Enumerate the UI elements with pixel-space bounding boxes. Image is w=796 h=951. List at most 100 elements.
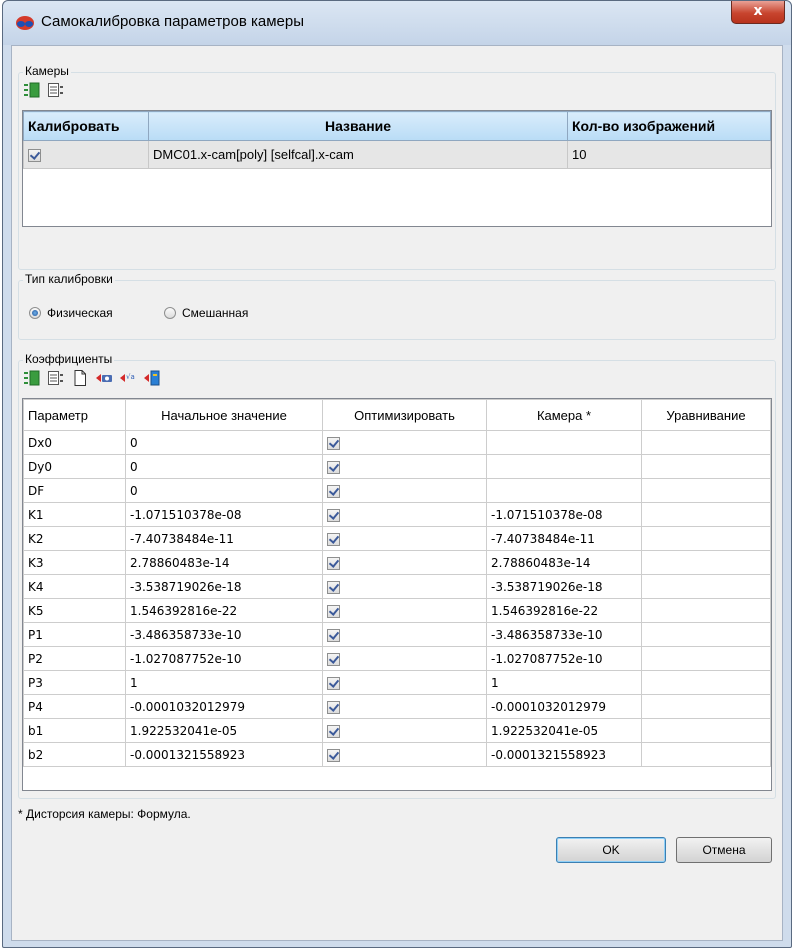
col-image-count[interactable]: Кол-во изображений (567, 111, 771, 141)
camera-value-cell: -3.538719026e-18 (486, 574, 642, 599)
radio-physical[interactable]: Физическая (29, 306, 113, 320)
table-row[interactable]: K2 -7.40738484e-11 -7.40738484e-11 (23, 526, 771, 551)
initial-value-cell: -1.071510378e-08 (125, 502, 323, 527)
optimize-checkbox[interactable] (327, 580, 340, 594)
initial-value-cell: -1.027087752e-10 (125, 646, 323, 671)
optimize-checkbox[interactable] (327, 604, 340, 618)
table-row[interactable]: b2 -0.0001321558923 -0.0001321558923 (23, 742, 771, 767)
adjustment-cell (641, 502, 771, 527)
select-all-icon[interactable] (23, 369, 41, 387)
adjustment-cell (641, 622, 771, 647)
new-page-icon[interactable] (71, 369, 89, 387)
optimize-checkbox[interactable] (327, 508, 340, 522)
table-row[interactable]: K1 -1.071510378e-08 -1.071510378e-08 (23, 502, 771, 527)
initial-value-cell: -0.0001032012979 (125, 694, 323, 719)
table-row[interactable]: P3 1 1 (23, 670, 771, 695)
optimize-checkbox[interactable] (327, 628, 340, 642)
camera-value-cell (486, 478, 642, 503)
camera-value-cell: 1.922532041e-05 (486, 718, 642, 743)
svg-text:√a: √a (126, 373, 135, 381)
adjustment-cell (641, 694, 771, 719)
optimize-checkbox[interactable] (327, 484, 340, 498)
adjustment-cell (641, 574, 771, 599)
adjustment-cell (641, 742, 771, 767)
optimize-cell (322, 454, 487, 479)
camera-value-cell: -0.0001032012979 (486, 694, 642, 719)
radio-physical-control[interactable] (29, 307, 41, 319)
table-row[interactable]: K5 1.546392816e-22 1.546392816e-22 (23, 598, 771, 623)
initial-value-cell: 0 (125, 478, 323, 503)
deselect-all-icon[interactable] (47, 369, 65, 387)
optimize-checkbox[interactable] (327, 652, 340, 666)
col-camera[interactable]: Камера * (486, 399, 642, 431)
import-file-icon[interactable] (143, 369, 161, 387)
initial-value-cell: 0 (125, 430, 323, 455)
optimize-checkbox[interactable] (327, 676, 340, 690)
col-adjustment[interactable]: Уравнивание (641, 399, 771, 431)
param-cell: K2 (23, 526, 126, 551)
col-initial-value[interactable]: Начальное значение (125, 399, 323, 431)
cameras-group-title: Камеры (23, 64, 71, 78)
param-cell: P1 (23, 622, 126, 647)
table-row[interactable]: DF 0 (23, 478, 771, 503)
camera-value-cell (486, 430, 642, 455)
camera-value-cell: -3.486358733e-10 (486, 622, 642, 647)
optimize-checkbox[interactable] (327, 436, 340, 450)
col-optimize[interactable]: Оптимизировать (322, 399, 487, 431)
dialog-window: Самокалибровка параметров камеры x Камер… (2, 0, 792, 948)
optimize-checkbox[interactable] (327, 700, 340, 714)
optimize-checkbox[interactable] (327, 748, 340, 762)
col-name[interactable]: Название (148, 111, 568, 141)
adjustment-cell (641, 430, 771, 455)
col-parameter[interactable]: Параметр (23, 399, 126, 431)
table-row[interactable]: Dx0 0 (23, 430, 771, 455)
import-values-icon[interactable]: √a (119, 369, 137, 387)
table-row[interactable]: Dy0 0 (23, 454, 771, 479)
table-row[interactable]: DMC01.x-cam[poly] [selfcal].x-cam 10 (23, 140, 771, 169)
import-camera-icon[interactable] (95, 369, 113, 387)
adjustment-cell (641, 646, 771, 671)
camera-value-cell: -1.071510378e-08 (486, 502, 642, 527)
param-cell: K1 (23, 502, 126, 527)
title-bar: Самокалибровка параметров камеры x (3, 1, 791, 45)
initial-value-cell: 1.546392816e-22 (125, 598, 323, 623)
adjustment-cell (641, 478, 771, 503)
close-button[interactable]: x (731, 1, 785, 24)
coefficients-title: Коэффициенты (23, 352, 115, 366)
table-row[interactable]: P2 -1.027087752e-10 -1.027087752e-10 (23, 646, 771, 671)
adjustment-cell (641, 454, 771, 479)
deselect-all-icon[interactable] (47, 81, 65, 99)
initial-value-cell: 1 (125, 670, 323, 695)
table-row[interactable]: P4 -0.0001032012979 -0.0001032012979 (23, 694, 771, 719)
table-row[interactable]: P1 -3.486358733e-10 -3.486358733e-10 (23, 622, 771, 647)
radio-mixed[interactable]: Смешанная (164, 306, 248, 320)
param-cell: Dy0 (23, 454, 126, 479)
footnote: * Дисторсия камеры: Формула. (18, 807, 191, 821)
optimize-checkbox[interactable] (327, 724, 340, 738)
adjustment-cell (641, 670, 771, 695)
param-cell: P4 (23, 694, 126, 719)
coefficients-table: Параметр Начальное значение Оптимизирова… (22, 398, 772, 791)
table-row[interactable]: b1 1.922532041e-05 1.922532041e-05 (23, 718, 771, 743)
table-row[interactable]: K4 -3.538719026e-18 -3.538719026e-18 (23, 574, 771, 599)
param-cell: K4 (23, 574, 126, 599)
calibrate-checkbox[interactable] (28, 149, 41, 163)
optimize-cell (322, 478, 487, 503)
optimize-cell (322, 670, 487, 695)
optimize-checkbox[interactable] (327, 556, 340, 570)
camera-value-cell: 1 (486, 670, 642, 695)
optimize-checkbox[interactable] (327, 460, 340, 474)
table-row[interactable]: K3 2.78860483e-14 2.78860483e-14 (23, 550, 771, 575)
optimize-cell (322, 430, 487, 455)
ok-button[interactable]: OK (556, 837, 666, 863)
initial-value-cell: 2.78860483e-14 (125, 550, 323, 575)
select-all-icon[interactable] (23, 81, 41, 99)
stereo-glasses-icon (16, 16, 34, 30)
cancel-button[interactable]: Отмена (676, 837, 772, 863)
optimize-cell (322, 574, 487, 599)
initial-value-cell: -3.486358733e-10 (125, 622, 323, 647)
radio-mixed-control[interactable] (164, 307, 176, 319)
optimize-checkbox[interactable] (327, 532, 340, 546)
col-calibrate[interactable]: Калибровать (23, 111, 149, 141)
optimize-cell (322, 646, 487, 671)
